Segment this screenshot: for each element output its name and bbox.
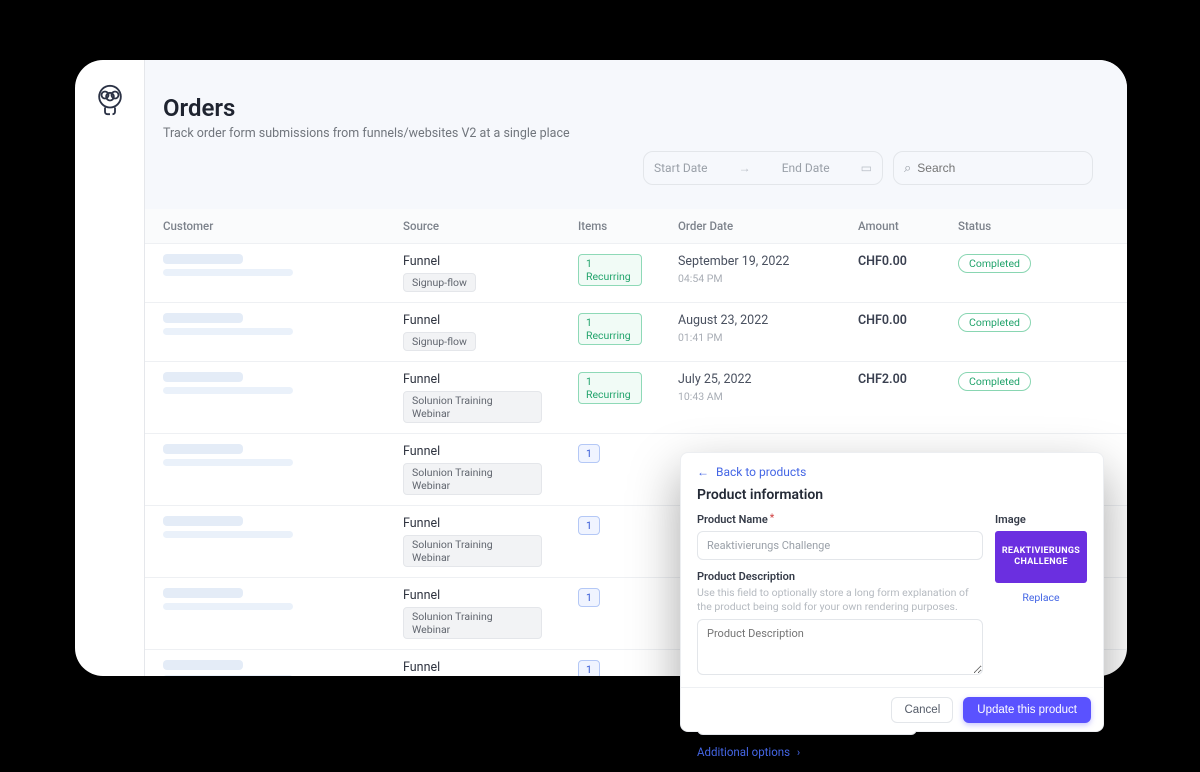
source-cell: FunnelSolunion Training Webinar [385, 506, 560, 578]
customer-cell [145, 650, 385, 677]
table-row[interactable]: FunnelSolunion Training Webinar 1 Recurri… [145, 362, 1127, 434]
source-chip: Solunion Training Webinar [403, 463, 542, 495]
table-row[interactable]: FunnelSignup-flow 1 Recurring September 19… [145, 244, 1127, 303]
items-cell: 1 [560, 434, 660, 506]
customer-cell [145, 362, 385, 434]
source-chip: Signup-flow [403, 273, 476, 292]
calendar-icon: ▭ [861, 161, 872, 175]
order-date-cell: September 19, 202204:54 PM [660, 244, 840, 303]
cancel-button[interactable]: Cancel [891, 697, 953, 723]
panel-title: Product information [697, 487, 1087, 503]
recurring-badge: 1 Recurring [578, 254, 642, 286]
product-desc-label: Product Description [697, 570, 983, 583]
customer-cell [145, 578, 385, 650]
toolbar: Start Date → End Date ▭ ⌕ [163, 141, 1109, 195]
date-range-picker[interactable]: Start Date → End Date ▭ [643, 151, 883, 185]
col-customer: Customer [145, 209, 385, 244]
source-chip: Solunion Training Webinar [403, 607, 542, 639]
additional-options-link[interactable]: Additional options › [697, 745, 983, 759]
recurring-badge: 1 [578, 516, 600, 535]
status-cell: Completed [940, 303, 1127, 362]
customer-cell [145, 506, 385, 578]
amount-cell: CHF2.00 [840, 362, 940, 434]
col-source: Source [385, 209, 560, 244]
status-badge: Completed [958, 372, 1031, 391]
order-date-cell: August 23, 202201:41 PM [660, 303, 840, 362]
status-cell: Completed [940, 244, 1127, 303]
product-info-panel: ← Back to products Product information P… [680, 452, 1104, 732]
items-cell: 1 Recurring [560, 303, 660, 362]
date-end: End Date [782, 161, 830, 175]
amount-cell: CHF0.00 [840, 244, 940, 303]
col-status: Status [940, 209, 1127, 244]
arrow-left-icon: ← [697, 465, 709, 479]
recurring-badge: 1 Recurring [578, 372, 642, 404]
page-header: Orders Track order form submissions from… [145, 60, 1127, 209]
items-cell: 1 Recurring [560, 362, 660, 434]
source-cell: FunnelSolunion Training Webinar [385, 362, 560, 434]
status-cell: Completed [940, 362, 1127, 434]
recurring-badge: 1 [578, 588, 600, 607]
back-to-products-link[interactable]: ← Back to products [697, 465, 1087, 479]
search-input[interactable] [917, 161, 1082, 175]
product-desc-input[interactable] [697, 619, 983, 675]
customer-cell [145, 244, 385, 303]
page-subtitle: Track order form submissions from funnel… [163, 126, 1109, 141]
replace-image-link[interactable]: Replace [995, 591, 1087, 604]
order-date-cell: July 25, 202210:43 AM [660, 362, 840, 434]
recurring-badge: 1 [578, 660, 600, 676]
items-cell: 1 [560, 578, 660, 650]
product-image-thumb[interactable]: REAKTIVIERUNGS CHALLENGE [995, 531, 1087, 583]
source-cell: FunnelSolunion Training Webinar [385, 578, 560, 650]
search-box[interactable]: ⌕ [893, 151, 1093, 185]
sidebar [75, 60, 145, 676]
image-label: Image [995, 513, 1087, 526]
source-chip: Signup-flow [403, 332, 476, 351]
product-desc-help: Use this field to optionally store a lon… [697, 586, 983, 614]
col-amount: Amount [840, 209, 940, 244]
recurring-badge: 1 Recurring [578, 313, 642, 345]
items-cell: 1 [560, 650, 660, 677]
col-order-date: Order Date [660, 209, 840, 244]
date-start: Start Date [654, 161, 708, 175]
col-items: Items [560, 209, 660, 244]
status-badge: Completed [958, 254, 1031, 273]
source-cell: FunnelSolunion Training Webinar [385, 650, 560, 677]
app-logo-icon [90, 80, 130, 120]
update-product-button[interactable]: Update this product [963, 697, 1091, 723]
chevron-right-icon: › [797, 746, 800, 759]
product-name-input[interactable] [697, 531, 983, 560]
arrow-right-icon: → [739, 161, 751, 175]
source-cell: FunnelSolunion Training Webinar [385, 434, 560, 506]
source-chip: Solunion Training Webinar [403, 391, 542, 423]
recurring-badge: 1 [578, 444, 600, 463]
customer-cell [145, 303, 385, 362]
page-title: Orders [163, 94, 1109, 122]
source-chip: Solunion Training Webinar [403, 535, 542, 567]
items-cell: 1 Recurring [560, 244, 660, 303]
source-cell: FunnelSignup-flow [385, 244, 560, 303]
status-badge: Completed [958, 313, 1031, 332]
search-icon: ⌕ [904, 161, 911, 176]
source-cell: FunnelSignup-flow [385, 303, 560, 362]
product-name-label: Product Name [697, 513, 983, 526]
amount-cell: CHF0.00 [840, 303, 940, 362]
items-cell: 1 [560, 506, 660, 578]
customer-cell [145, 434, 385, 506]
table-row[interactable]: FunnelSignup-flow 1 Recurring August 23, 2… [145, 303, 1127, 362]
